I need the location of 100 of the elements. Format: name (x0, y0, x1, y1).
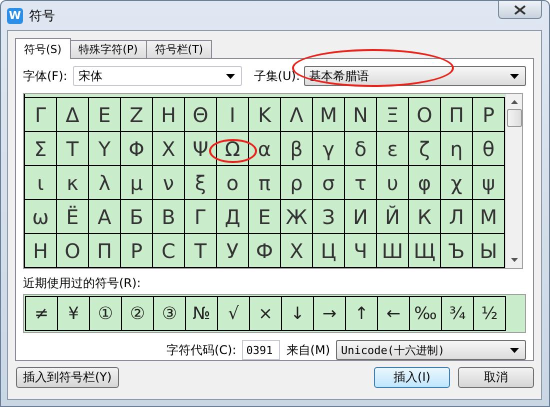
recent-symbol-cell[interactable]: ≠ (25, 296, 58, 331)
symbol-cell[interactable]: Т (194, 238, 207, 262)
recent-symbol-cell[interactable]: √ (218, 296, 250, 331)
symbol-cell[interactable]: Е (258, 204, 271, 228)
recent-symbol-cell[interactable]: ③ (154, 296, 186, 331)
symbol-cell[interactable]: φ (418, 170, 432, 194)
encoding-dropdown[interactable]: Unicode(十六进制) (336, 340, 526, 360)
symbol-cell[interactable]: Ч (354, 238, 368, 262)
symbol-cell[interactable]: μ (130, 170, 143, 194)
scrollbar[interactable] (505, 94, 522, 268)
symbol-cell[interactable]: Ы (480, 238, 498, 262)
symbol-cell[interactable]: Ф (256, 238, 274, 262)
symbol-cell[interactable]: η (450, 136, 463, 160)
symbol-cell[interactable]: М (480, 204, 498, 228)
symbol-cell[interactable]: Ζ (130, 102, 144, 126)
symbol-cell[interactable]: ψ (482, 170, 496, 194)
recent-symbol-cell[interactable]: ‰ (410, 296, 442, 331)
cancel-button[interactable]: 取消 (458, 367, 534, 388)
recent-symbol-cell[interactable]: ← (378, 296, 410, 331)
symbol-cell[interactable]: У (226, 238, 239, 262)
symbol-cell[interactable]: Н (32, 238, 48, 262)
symbol-cell[interactable]: Ё (66, 204, 79, 228)
symbol-cell[interactable]: ζ (419, 136, 430, 160)
symbol-cell[interactable]: θ (482, 136, 495, 160)
symbol-cell[interactable]: Б (130, 204, 144, 228)
symbol-cell[interactable]: τ (354, 170, 367, 194)
symbol-cell[interactable]: χ (450, 170, 462, 194)
symbol-cell[interactable]: Ι (230, 102, 236, 126)
symbol-cell[interactable]: Υ (98, 136, 111, 160)
symbol-cell[interactable]: σ (322, 170, 335, 194)
symbol-cell[interactable]: А (98, 204, 112, 228)
symbol-cell[interactable]: Δ (66, 102, 80, 126)
symbol-cell[interactable]: Χ (162, 136, 176, 160)
recent-symbol-cell[interactable]: ½ (474, 296, 506, 331)
symbol-cell[interactable]: К (417, 204, 432, 228)
symbol-cell[interactable]: ξ (194, 170, 206, 194)
symbol-cell[interactable]: Ρ (482, 102, 495, 126)
close-button[interactable] (498, 1, 542, 19)
symbol-cell[interactable]: ρ (290, 170, 303, 194)
symbol-cell[interactable]: Τ (66, 136, 79, 160)
symbol-cell[interactable]: Ν (353, 102, 368, 126)
symbol-cell[interactable]: З (322, 204, 335, 228)
recent-symbol-cell[interactable]: ① (90, 296, 122, 331)
symbol-cell[interactable]: Ψ (192, 136, 208, 160)
symbol-cell[interactable]: ω (32, 204, 49, 228)
tab[interactable]: 符号栏(T) (146, 40, 212, 58)
symbol-cell[interactable]: Р (130, 238, 143, 262)
symbol-cell[interactable]: Ε (98, 102, 111, 126)
symbol-cell[interactable]: υ (386, 170, 398, 194)
recent-symbol-cell[interactable]: ↑ (346, 296, 378, 331)
symbol-cell[interactable]: Г (194, 204, 207, 228)
symbol-cell[interactable]: Γ (34, 102, 46, 126)
symbol-cell[interactable]: γ (322, 136, 334, 160)
char-code-field[interactable]: 0391 (242, 340, 280, 360)
symbol-cell[interactable]: Θ (192, 102, 208, 126)
symbol-cell[interactable]: Щ (414, 238, 436, 262)
symbol-cell[interactable]: ε (387, 136, 398, 160)
insert-button[interactable]: 插入(I) (374, 367, 450, 388)
symbol-cell[interactable]: Ж (286, 204, 308, 228)
symbol-cell[interactable]: λ (98, 170, 110, 194)
insert-to-symbol-bar-button[interactable]: 插入到符号栏(Y) (16, 367, 119, 388)
recent-symbol-cell[interactable]: × (250, 296, 282, 331)
scrollbar-thumb[interactable] (506, 109, 522, 127)
symbol-cell[interactable]: Й (385, 204, 400, 228)
symbol-cell[interactable]: С (162, 238, 176, 262)
symbol-cell[interactable]: Ω (224, 136, 240, 160)
symbol-cell[interactable]: Ο (416, 102, 432, 126)
symbol-cell[interactable]: κ (66, 170, 78, 194)
symbol-cell[interactable]: Π (448, 102, 464, 126)
recent-symbol-cell[interactable]: ↓ (282, 296, 314, 331)
recent-symbol-cell[interactable]: ¾ (442, 296, 474, 331)
font-dropdown[interactable]: 宋体 (73, 66, 242, 86)
symbol-cell[interactable]: П (96, 238, 112, 262)
symbol-cell[interactable]: Μ (320, 102, 338, 126)
symbol-cell[interactable]: ο (226, 170, 239, 194)
tab[interactable]: 符号(S) (15, 38, 71, 59)
symbol-cell[interactable]: δ (354, 136, 367, 160)
symbol-cell[interactable]: α (258, 136, 272, 160)
symbol-cell[interactable]: Σ (34, 136, 47, 160)
tab[interactable]: 特殊字符(P) (70, 40, 147, 58)
symbol-cell[interactable]: Л (448, 204, 464, 228)
symbol-cell[interactable]: И (353, 204, 368, 228)
symbol-cell[interactable]: Х (290, 238, 304, 262)
symbol-cell[interactable]: Κ (258, 102, 272, 126)
symbol-cell[interactable]: Φ (128, 136, 144, 160)
recent-symbol-cell[interactable]: → (314, 296, 346, 331)
symbol-cell[interactable]: Η (160, 102, 176, 126)
symbol-cell[interactable]: В (162, 204, 176, 228)
symbol-cell[interactable]: Λ (290, 102, 304, 126)
recent-symbol-cell[interactable]: ¥ (58, 296, 90, 331)
symbol-cell[interactable]: β (290, 136, 303, 160)
symbol-cell[interactable]: π (258, 170, 271, 194)
symbol-cell[interactable]: ν (162, 170, 174, 194)
symbol-cell[interactable]: Ъ (448, 238, 465, 262)
recent-symbol-cell[interactable]: ② (122, 296, 154, 331)
symbol-cell[interactable]: Д (224, 204, 240, 228)
symbol-cell[interactable]: Ξ (386, 102, 399, 126)
symbol-cell[interactable]: О (64, 238, 80, 262)
symbol-cell[interactable]: ι (37, 170, 44, 194)
symbol-cell[interactable]: Ш (382, 238, 404, 262)
